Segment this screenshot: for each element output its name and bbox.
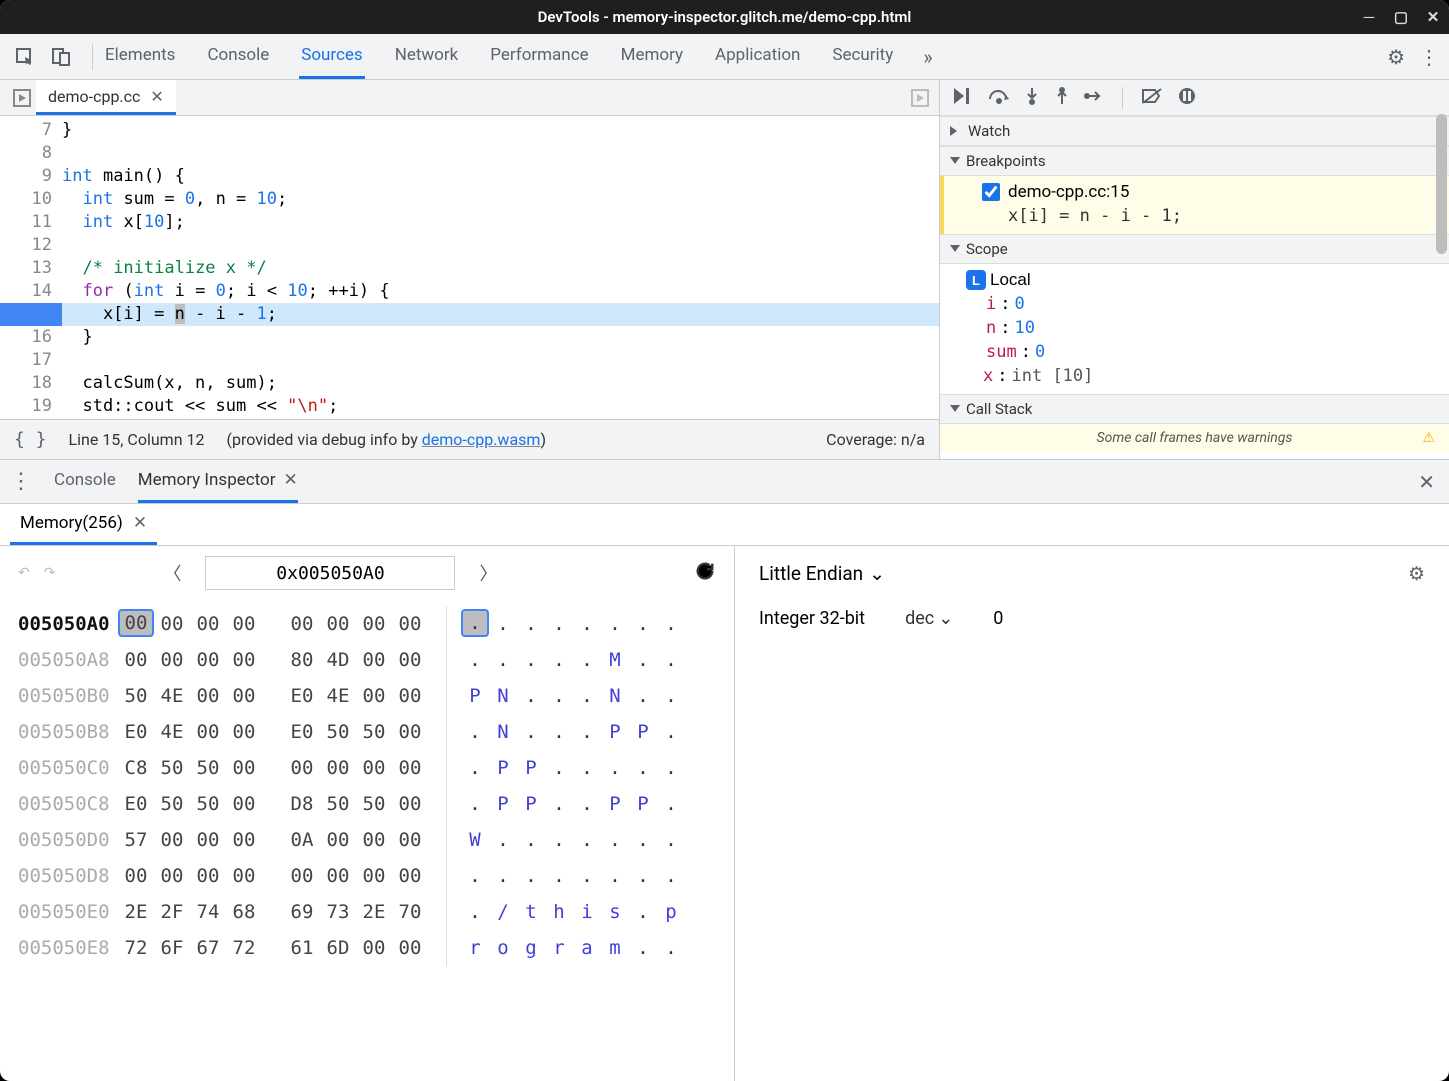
step-out-icon[interactable] xyxy=(1054,87,1070,109)
breakpoints-section-header[interactable]: Breakpoints xyxy=(940,146,1449,176)
hex-row[interactable]: 005050E8726F6772616D0000rogram.. xyxy=(18,930,716,966)
panel-tabs: Elements Console Sources Network Performance… xyxy=(103,34,895,79)
resume-icon[interactable] xyxy=(952,86,974,110)
inspect-icon[interactable] xyxy=(10,42,40,72)
close-memory-tab-icon[interactable]: ✕ xyxy=(133,513,147,533)
debugger-toolbar xyxy=(940,80,1449,116)
scope-var-n: n: 10 xyxy=(950,316,1449,340)
memory-tab-label: Memory(256) xyxy=(20,513,123,533)
hex-viewer[interactable]: 005050A00000000000000000........005050A8… xyxy=(0,600,734,1081)
editor-status-bar: { } Line 15, Column 12 (provided via deb… xyxy=(0,419,939,459)
breakpoint-code: x[i] = n - i - 1; xyxy=(982,206,1439,226)
close-drawer-tab-icon[interactable]: ✕ xyxy=(284,470,298,490)
step-into-icon[interactable] xyxy=(1024,87,1040,109)
separator xyxy=(1122,87,1123,109)
tab-memory[interactable]: Memory xyxy=(619,34,685,79)
breakpoint-item[interactable]: demo-cpp.cc:15 x[i] = n - i - 1; xyxy=(940,176,1449,234)
tab-network[interactable]: Network xyxy=(393,34,461,79)
deactivate-breakpoints-icon[interactable] xyxy=(1141,87,1163,109)
close-window-icon[interactable]: ✕ xyxy=(1425,9,1441,25)
chevron-down-icon: ⌄ xyxy=(938,608,953,629)
endianness-selector[interactable]: Little Endian⌄ xyxy=(759,562,885,585)
scope-section-header[interactable]: Scope xyxy=(940,234,1449,264)
address-input[interactable] xyxy=(205,556,455,590)
tab-elements[interactable]: Elements xyxy=(103,34,177,79)
hex-row[interactable]: 005050A00000000000000000........ xyxy=(18,606,716,642)
window-titlebar: DevTools - memory-inspector.glitch.me/de… xyxy=(0,0,1449,34)
value-type-label: Integer 32-bit xyxy=(759,608,865,629)
debugger-sidebar: Watch Breakpoints demo-cpp.cc:15 x[i] = … xyxy=(939,80,1449,459)
history-back-icon[interactable]: ↶ xyxy=(18,565,30,581)
code-editor[interactable]: 789101112131415161718192021 } int main()… xyxy=(0,116,939,419)
chevron-down-icon: ⌄ xyxy=(869,562,885,585)
cursor-position: Line 15, Column 12 xyxy=(69,430,205,449)
scope-var-x[interactable]: x: int [10] xyxy=(950,364,1449,388)
watch-section-header[interactable]: Watch xyxy=(940,116,1449,146)
breakpoint-location: demo-cpp.cc:15 xyxy=(1008,182,1129,202)
tab-application[interactable]: Application xyxy=(713,34,802,79)
value-display: 0 xyxy=(993,608,1003,629)
run-snippet-icon[interactable] xyxy=(911,80,939,115)
step-icon[interactable] xyxy=(1084,88,1104,108)
hex-row[interactable]: 005050C0C850500000000000.PP..... xyxy=(18,750,716,786)
drawer-more-icon[interactable]: ⋮ xyxy=(10,469,32,494)
separator xyxy=(92,44,93,70)
history-forward-icon[interactable]: ↷ xyxy=(44,565,56,581)
hex-row[interactable]: 005050B8E04E0000E0505000.N...PP. xyxy=(18,714,716,750)
close-drawer-icon[interactable]: ✕ xyxy=(1418,470,1435,494)
scope-var-i: i: 0 xyxy=(950,292,1449,316)
hex-row[interactable]: 005050B0504E0000E04E0000PN...N.. xyxy=(18,678,716,714)
value-settings-icon[interactable]: ⚙ xyxy=(1408,562,1425,585)
scope-local-header[interactable]: L Local xyxy=(950,268,1449,292)
callstack-section-header[interactable]: Call Stack xyxy=(940,394,1449,424)
pretty-print-icon[interactable]: { } xyxy=(14,429,47,450)
tab-security[interactable]: Security xyxy=(830,34,895,79)
page-next-icon[interactable]: 〉 xyxy=(479,560,497,586)
wasm-link[interactable]: demo-cpp.wasm xyxy=(422,430,541,449)
page-prev-icon[interactable]: 〈 xyxy=(163,560,181,586)
callstack-warning: Some call frames have warnings xyxy=(940,424,1449,452)
hex-row[interactable]: 005050A800000000804D0000.....M.. xyxy=(18,642,716,678)
tab-console[interactable]: Console xyxy=(205,34,271,79)
local-badge-icon: L xyxy=(966,270,986,290)
scope-var-sum: sum: 0 xyxy=(950,340,1449,364)
pause-exceptions-icon[interactable] xyxy=(1177,86,1197,110)
maximize-icon[interactable]: ▢ xyxy=(1393,9,1409,25)
value-format-selector[interactable]: dec⌄ xyxy=(905,608,953,629)
settings-gear-icon[interactable]: ⚙ xyxy=(1387,45,1405,69)
hex-row[interactable]: 005050D80000000000000000........ xyxy=(18,858,716,894)
coverage-status: Coverage: n/a xyxy=(826,430,925,449)
file-tab-label: demo-cpp.cc xyxy=(48,87,140,106)
device-icon[interactable] xyxy=(46,42,76,72)
breakpoint-checkbox[interactable] xyxy=(982,183,1000,201)
hex-row[interactable]: 005050E02E2F746869732E70./this.p xyxy=(18,894,716,930)
tab-sources[interactable]: Sources xyxy=(299,34,364,79)
drawer-tab-memory-inspector[interactable]: Memory Inspector✕ xyxy=(138,460,298,503)
refresh-icon[interactable] xyxy=(694,560,716,586)
step-over-icon[interactable] xyxy=(988,87,1010,109)
memory-tab[interactable]: Memory(256) ✕ xyxy=(10,504,157,545)
value-interpretation-row: Integer 32-bit dec⌄ 0 xyxy=(735,600,1449,637)
close-file-tab-icon[interactable]: ✕ xyxy=(150,87,163,106)
hex-row[interactable]: 005050C8E0505000D8505000.PP..PP. xyxy=(18,786,716,822)
debug-provenance: (provided via debug info by demo-cpp.was… xyxy=(226,430,546,449)
navigator-toggle-icon[interactable] xyxy=(8,80,36,115)
kebab-menu-icon[interactable]: ⋮ xyxy=(1419,45,1439,69)
tab-performance[interactable]: Performance xyxy=(488,34,590,79)
main-toolbar: Elements Console Sources Network Performance… xyxy=(0,34,1449,80)
more-tabs-icon[interactable]: » xyxy=(923,45,932,69)
minimize-icon[interactable]: ─ xyxy=(1361,9,1377,25)
scrollbar-thumb[interactable] xyxy=(1436,114,1447,254)
window-title: DevTools - memory-inspector.glitch.me/de… xyxy=(538,8,912,26)
drawer-tab-console[interactable]: Console xyxy=(54,460,116,503)
file-tab-demo-cpp[interactable]: demo-cpp.cc ✕ xyxy=(36,80,176,115)
hex-row[interactable]: 005050D0570000000A000000W....... xyxy=(18,822,716,858)
